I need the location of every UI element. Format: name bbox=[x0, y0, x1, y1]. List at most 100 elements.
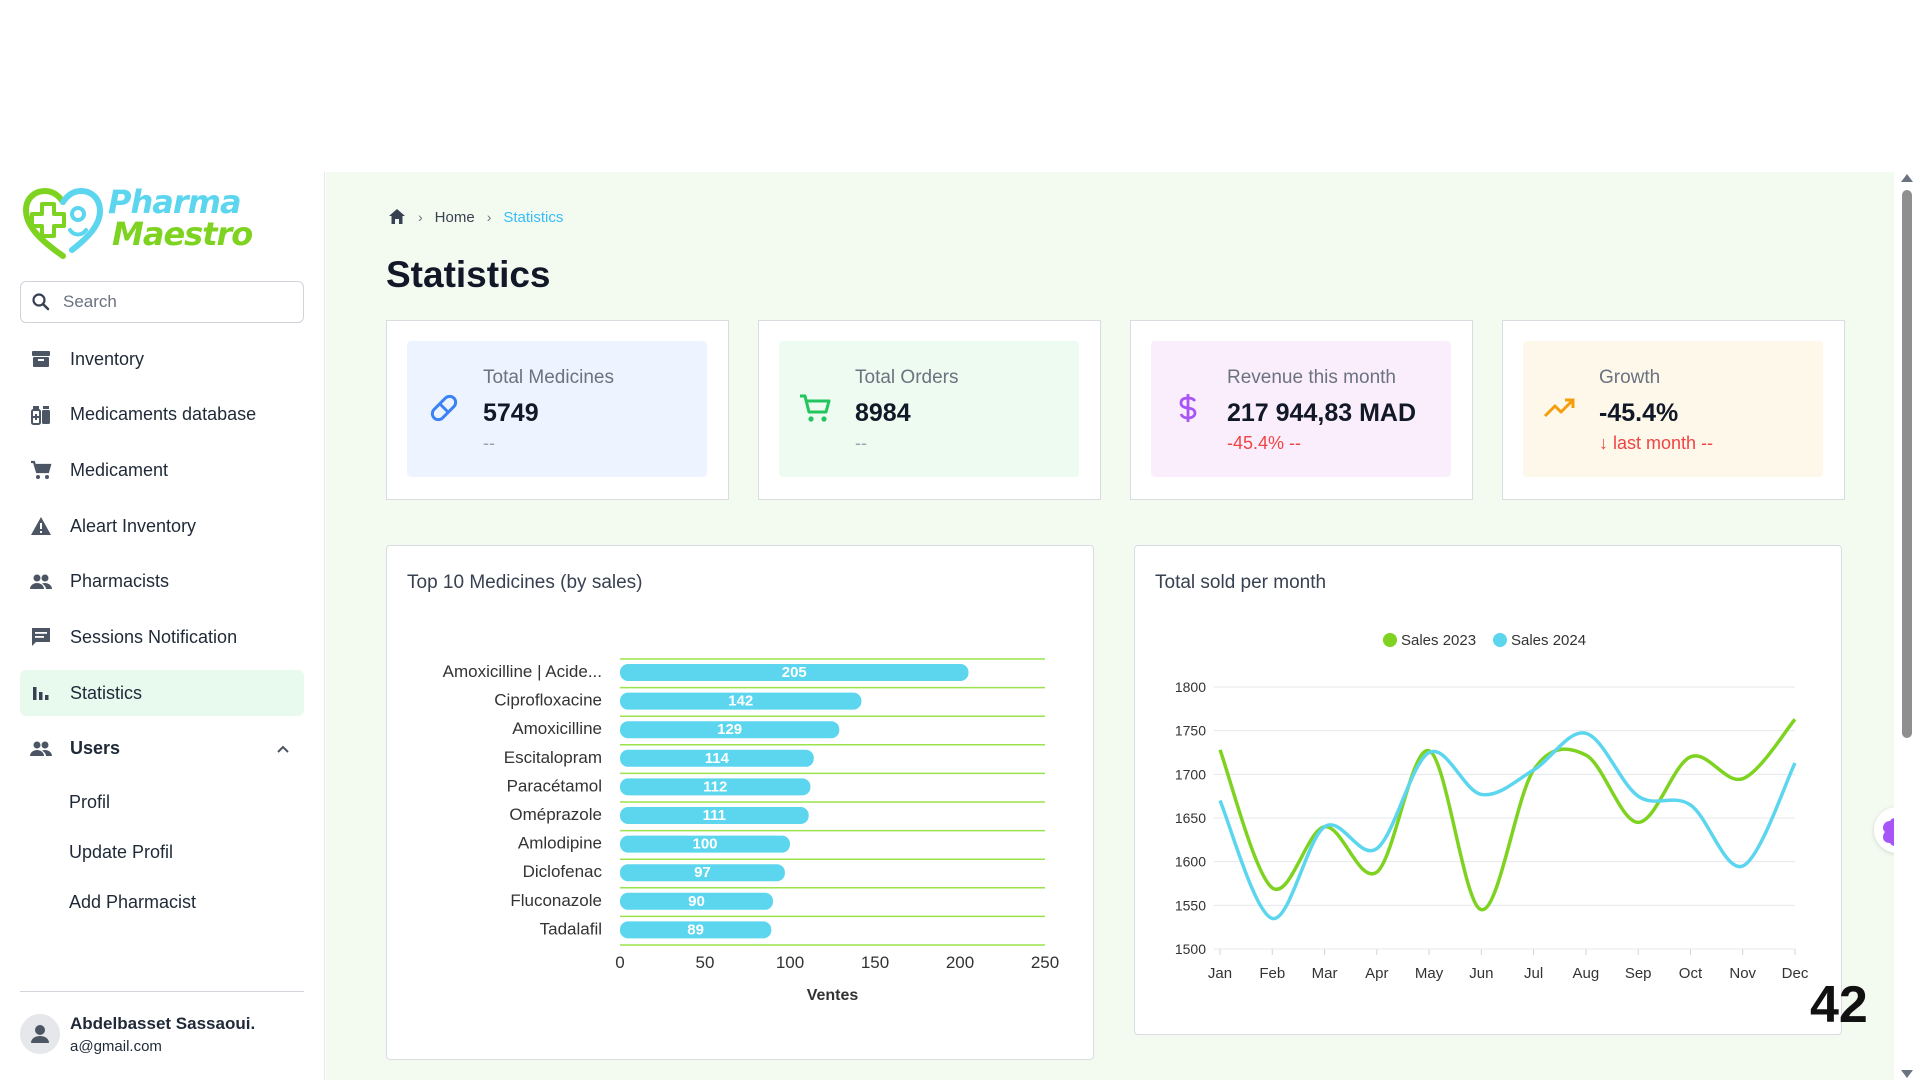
x-tick-label: Mar bbox=[1312, 965, 1338, 982]
y-tick-label: Oméprazole bbox=[509, 805, 602, 824]
stat-sub: -- bbox=[855, 433, 867, 453]
stat-card-inner: Growth -45.4% ↓ last month -- bbox=[1523, 341, 1823, 477]
y-tick-label: Fluconazole bbox=[510, 891, 602, 910]
sidebar-item-pharmacists[interactable]: Pharmacists bbox=[20, 559, 304, 605]
user-name: Abdelbasset Sassaoui. bbox=[70, 1014, 256, 1033]
avatar[interactable] bbox=[20, 1014, 60, 1054]
x-tick-label: Nov bbox=[1729, 965, 1756, 982]
series-line bbox=[1218, 718, 1797, 912]
x-tick-label: May bbox=[1415, 965, 1444, 982]
y-tick-label: Ciprofloxacine bbox=[494, 691, 602, 710]
home-icon[interactable] bbox=[388, 208, 406, 226]
chevron-up-icon[interactable] bbox=[276, 742, 290, 756]
legend-marker bbox=[1383, 633, 1397, 647]
breadcrumb: › Home › Statistics bbox=[388, 208, 563, 226]
y-tick-label: Escitalopram bbox=[504, 748, 602, 767]
bar-value-label: 111 bbox=[703, 807, 726, 824]
y-tick-label: 1700 bbox=[1175, 766, 1206, 782]
user-email: a@gmail.com bbox=[70, 1038, 162, 1055]
trending-up-icon bbox=[1543, 398, 1575, 418]
stat-value: 8984 bbox=[855, 399, 911, 427]
stat-card-total-orders: Total Orders 8984 -- bbox=[758, 320, 1101, 500]
stat-label: Total Orders bbox=[855, 367, 959, 388]
stat-sub: ↓ last month -- bbox=[1599, 433, 1714, 453]
search-box[interactable] bbox=[20, 281, 304, 323]
stat-card-revenue: Revenue this month 217 944,83 MAD -45.4%… bbox=[1130, 320, 1473, 500]
dollar-icon bbox=[1179, 394, 1197, 422]
sidebar-item-label: Sessions Notification bbox=[70, 626, 238, 647]
sidebar-item-inventory[interactable]: Inventory bbox=[20, 336, 304, 382]
brand-line-2: Maestro bbox=[112, 215, 253, 253]
x-tick-label: Apr bbox=[1365, 965, 1388, 982]
sidebar-item-users[interactable]: Users bbox=[20, 726, 304, 772]
stat-card-growth: Growth -45.4% ↓ last month -- bbox=[1502, 320, 1845, 500]
x-tick-label: Oct bbox=[1679, 965, 1703, 982]
x-tick-label: Jun bbox=[1469, 965, 1493, 982]
page-scrollbar[interactable] bbox=[1894, 172, 1920, 1080]
x-tick-label: Jan bbox=[1208, 965, 1232, 982]
pill-icon bbox=[430, 394, 458, 422]
main-content: › Home › Statistics Statistics Total Med… bbox=[326, 172, 1894, 1080]
logo[interactable]: Pharma Maestro bbox=[20, 186, 253, 262]
person-icon bbox=[31, 1025, 49, 1043]
sidebar-item-medicament[interactable]: Medicament bbox=[20, 447, 304, 493]
sidebar-subitem-update-profil[interactable]: Update Profil bbox=[20, 832, 304, 873]
sidebar-subitem-label: Add Pharmacist bbox=[69, 891, 197, 912]
bar-value-label: 100 bbox=[692, 836, 717, 853]
chat-icon bbox=[32, 628, 50, 647]
x-tick-label: Feb bbox=[1259, 965, 1285, 982]
people-icon bbox=[30, 741, 52, 756]
search-input[interactable] bbox=[63, 290, 293, 314]
warning-icon bbox=[31, 517, 51, 536]
y-tick-label: 1550 bbox=[1175, 897, 1206, 913]
scroll-up-arrow-icon[interactable] bbox=[1901, 174, 1913, 182]
cart-icon bbox=[31, 461, 52, 480]
bar-value-label: 142 bbox=[728, 693, 753, 710]
x-tick-label: 150 bbox=[861, 953, 889, 972]
bar-value-label: 97 bbox=[694, 864, 711, 881]
sidebar-item-medicaments-database[interactable]: Medicaments database bbox=[20, 392, 304, 438]
brand-name: Pharma Maestro bbox=[108, 186, 253, 253]
breadcrumb-separator: › bbox=[418, 209, 423, 225]
sidebar-item-label: Medicaments database bbox=[70, 404, 257, 425]
sidebar-item-label: Medicament bbox=[70, 459, 169, 480]
y-tick-label: Tadalafil bbox=[540, 919, 602, 938]
sidebar-divider bbox=[20, 991, 304, 992]
user-profile[interactable]: Abdelbasset Sassaoui. a@gmail.com bbox=[20, 1012, 304, 1068]
bar-value-label: 205 bbox=[782, 664, 807, 681]
x-tick-label: 50 bbox=[696, 953, 715, 972]
stat-value: 5749 bbox=[483, 399, 539, 427]
x-tick-label: 250 bbox=[1031, 953, 1059, 972]
sidebar-subitem-label: Profil bbox=[69, 791, 111, 812]
stat-sub: -45.4% -- bbox=[1227, 433, 1302, 453]
stat-card-total-medicines: Total Medicines 5749 -- bbox=[386, 320, 729, 500]
scrollbar-thumb[interactable] bbox=[1902, 190, 1912, 738]
sidebar: Pharma Maestro Inventory Medicaments dat… bbox=[0, 172, 325, 1080]
breadcrumb-home[interactable]: Home bbox=[435, 209, 475, 226]
scroll-down-arrow-icon[interactable] bbox=[1901, 1070, 1913, 1078]
top-medicines-chart-card: Top 10 Medicines (by sales) Amoxicilline… bbox=[386, 545, 1094, 1060]
stat-sub: -- bbox=[483, 433, 495, 453]
sidebar-subitem-add-pharmacist[interactable]: Add Pharmacist bbox=[20, 882, 304, 923]
y-tick-label: 1650 bbox=[1175, 810, 1206, 826]
monthly-sales-line-chart: 1500 1550 1600 1650 1700 1750 1800 Jan Feb Mar Apr… bbox=[1175, 632, 1809, 982]
sidebar-subitem-profil[interactable]: Profil bbox=[20, 782, 304, 823]
sidebar-item-aleart-inventory[interactable]: Aleart Inventory bbox=[20, 503, 304, 549]
sidebar-item-label: Aleart Inventory bbox=[70, 515, 197, 536]
bar-chart-icon bbox=[33, 687, 49, 701]
app: Pharma Maestro Inventory Medicaments dat… bbox=[0, 172, 1920, 1080]
sidebar-item-statistics[interactable]: Statistics bbox=[20, 670, 304, 717]
bar-value-label: 90 bbox=[688, 893, 705, 910]
monthly-sales-chart-card: Total sold per month 1500 1550 1600 1650 170… bbox=[1134, 545, 1842, 1035]
bottles-icon bbox=[31, 405, 50, 425]
page-title: Statistics bbox=[386, 254, 551, 295]
bar-value-label: 89 bbox=[687, 921, 704, 938]
sidebar-item-sessions-notification[interactable]: Sessions Notification bbox=[20, 614, 304, 660]
breadcrumb-current: Statistics bbox=[503, 208, 564, 226]
y-tick-label: 1600 bbox=[1175, 854, 1206, 870]
search-icon bbox=[32, 293, 50, 311]
legend-marker bbox=[1493, 633, 1507, 647]
page-number: 42 bbox=[1810, 976, 1868, 1034]
y-tick-label: Amlodipine bbox=[518, 834, 602, 853]
sidebar-item-label: Inventory bbox=[70, 348, 145, 369]
